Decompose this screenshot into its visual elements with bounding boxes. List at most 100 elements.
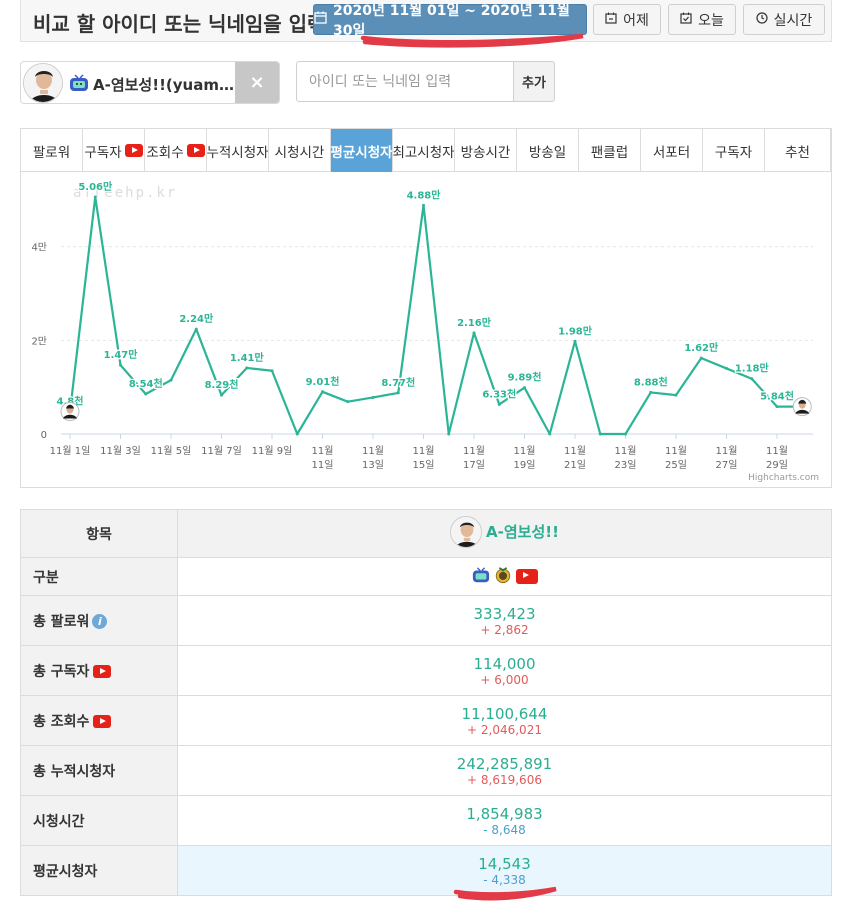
row-label-text: 시청시간 [33,813,85,830]
tab-label: 서포터 [652,144,691,161]
tab-7[interactable]: 최고시청자 [393,129,455,172]
x-tick-label: 11월 [665,445,687,457]
data-point [624,432,627,436]
avatar-marker [60,402,80,422]
avatar [450,515,483,548]
row-main-value: 1,854,983 [466,804,543,823]
x-tick-label: 11월 [463,445,485,457]
x-tick-label: 29일 [766,459,788,471]
x-tick-label: 11월 [413,445,435,457]
highcharts-credit: Highcharts.com [748,473,819,483]
x-tick-label: 11월 [716,445,738,457]
row-value: 333,423 + 2,862 [177,595,832,646]
data-point [523,386,526,390]
x-tick-label: 11월 9일 [252,445,293,457]
data-label: 2.24만 [179,312,214,325]
tab-8[interactable]: 방송시간 [455,129,517,172]
tab-10[interactable]: 팬클럽 [579,129,641,172]
x-tick-label: 11월 5일 [151,445,192,457]
data-point [422,203,425,207]
data-point [270,369,274,373]
x-tick-label: 11월 3일 [100,445,141,457]
realtime-label: 실시간 [773,12,813,29]
x-tick-label: 21일 [564,459,586,471]
data-label: 1.62만 [684,341,719,354]
today-label: 오늘 [698,12,724,29]
table-row: 총 팔로워 i 333,423 + 2,862 [20,595,832,646]
y-tick-label: 0 [41,430,47,441]
tab-5[interactable]: 시청시간 [269,129,331,172]
row-main-value: 242,285,891 [456,754,553,773]
tab-11[interactable]: 서포터 [641,129,703,172]
data-point [346,400,350,404]
row-label-text: 평균시청자 [33,863,98,880]
metric-tabs: 팔로워 구독자 조회수 누적시청자 시청시간 평균시청자 최고시청자 방송시간 방송일 팬클럽 서포… [21,129,831,172]
tab-1[interactable]: 팔로워 [21,129,83,172]
tab-label: 방송시간 [460,144,511,161]
data-point [93,195,97,199]
afreecatv-icon [472,566,490,588]
data-label: 5.06만 [78,180,113,193]
data-label: 1.47만 [104,348,139,361]
yesterday-button[interactable]: 어제 [593,4,661,35]
tab-12[interactable]: 구독자 [703,129,765,172]
row-delta-value: - 8,648 [483,822,526,837]
today-button[interactable]: 오늘 [668,4,736,35]
info-icon[interactable]: i [92,614,108,629]
data-label: 9.89천 [508,371,542,384]
data-point [144,392,148,396]
data-point [119,363,122,367]
calendar-check-icon [680,12,692,28]
row-value: 114,000 + 6,000 [177,645,832,696]
row-main-value: 11,100,644 [461,704,548,723]
red-marker-underline [453,886,557,901]
add-streamer-button[interactable]: 추가 [513,61,555,102]
streamer-search-input[interactable] [296,61,514,102]
tab-label: 방송일 [528,144,567,161]
x-tick-label: 25일 [665,459,687,471]
data-point [396,391,400,395]
data-label: 8.77천 [381,376,415,389]
remove-streamer-button[interactable]: × [235,62,279,103]
table-row: 평균시청자 14,543- 4,338 [20,845,832,896]
tab-label: 구독자 [714,144,753,161]
realtime-button[interactable]: 실시간 [743,4,825,35]
x-tick-label: 11일 [312,459,334,471]
data-point [649,390,653,394]
column-header-streamer: A-염보성!! [177,509,832,558]
tab-2[interactable]: 구독자 [83,129,145,172]
data-point [245,366,249,370]
data-point [169,378,173,382]
tab-label: 구독자 [84,144,122,161]
data-label: 6.33천 [482,387,516,400]
row-label-text: 총 팔로워 [33,613,90,630]
selected-streamer-chip: A-염보성!!(yuam… × [20,61,280,104]
row-value: 11,100,644 + 2,046,021 [177,695,832,746]
data-point [548,432,552,436]
x-tick-label: 11월 [514,445,536,457]
row-label: 총 조회수 [20,695,178,746]
tab-6[interactable]: 평균시청자 [331,129,393,172]
data-label: 1.98만 [558,324,593,337]
row-delta-value: + 8,619,606 [467,772,542,787]
tab-label: 추천 [785,144,810,161]
youtube-icon [124,144,143,157]
tab-13[interactable]: 추천 [765,129,831,172]
row-value: 242,285,891 + 8,619,606 [177,745,832,796]
tab-4[interactable]: 누적시청자 [207,129,269,172]
x-tick-label: 11월 [615,445,637,457]
row-label: 평균시청자 [20,845,178,896]
data-point [775,405,779,409]
tab-3[interactable]: 조회수 [145,129,207,172]
data-point [220,393,223,397]
calendar-icon [314,11,327,28]
row-label-text: 구분 [33,569,59,586]
tab-label: 평균시청자 [331,144,393,161]
tab-9[interactable]: 방송일 [517,129,579,172]
compare-title: 비교 할 아이디 또는 닉네임을 입력 [33,12,326,36]
tab-label: 최고시청자 [393,144,455,161]
row-delta-value: + 2,046,021 [467,722,542,737]
tab-label: 팬클럽 [590,144,629,161]
data-label: 2.16만 [457,316,492,329]
data-label: 9.01천 [306,375,340,388]
